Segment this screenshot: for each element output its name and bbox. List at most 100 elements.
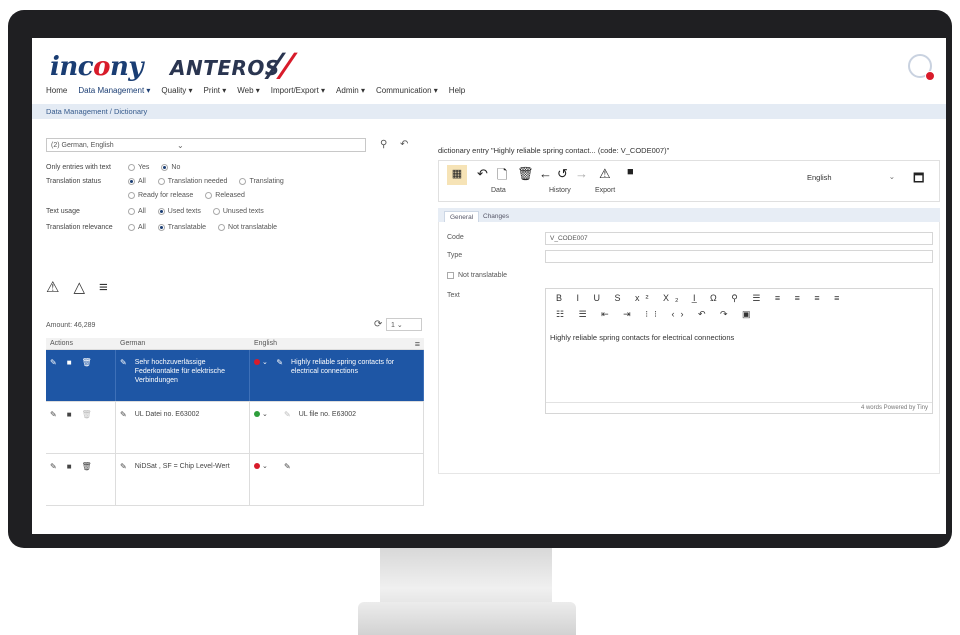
edit-icon[interactable]: ✎ xyxy=(50,410,57,419)
column-header[interactable]: Actions xyxy=(46,338,116,349)
option-label: Translating xyxy=(249,178,284,185)
option-label: Translation needed xyxy=(167,178,228,185)
option-all[interactable]: All xyxy=(128,178,146,185)
refresh-icon[interactable]: ⟳ xyxy=(374,319,382,330)
option-yes[interactable]: Yes xyxy=(128,164,149,171)
rich-text-editor[interactable]: B I U S x² X₂ I̲ Ω ⚲ ☰ ≡ ≡ ≡ ≡ ☷ ☰ ⇤ ⇥ ⁝… xyxy=(545,288,933,414)
page-select[interactable]: 1 ⌄ xyxy=(386,318,422,331)
radio-icon xyxy=(218,224,226,231)
table-row[interactable]: ✎ ■ 🗑 ✎ NiDSat , SF = Chip Level-Wert ⌄ ✎ xyxy=(46,454,424,506)
nav-admin[interactable]: Admin ▾ xyxy=(336,86,365,100)
column-header[interactable]: German xyxy=(116,338,250,349)
code-label: Code xyxy=(447,234,464,241)
back-icon[interactable]: ← xyxy=(539,166,552,181)
maximize-icon[interactable]: 🗖 xyxy=(913,169,924,190)
undo-icon[interactable]: ↶ xyxy=(477,166,488,182)
save-icon[interactable]: ■ xyxy=(67,462,72,471)
edit-icon[interactable]: ✎ xyxy=(276,358,283,393)
language-select[interactable]: (2) German, English ⌄ xyxy=(46,138,366,152)
list-toolbar: ⚠ △ ≡ xyxy=(46,276,122,298)
monitor-neck xyxy=(380,548,552,606)
nav-import-export[interactable]: Import/Export ▾ xyxy=(271,86,325,100)
status-indicator[interactable]: ⌄ xyxy=(254,358,276,393)
nav-help[interactable]: Help xyxy=(449,86,465,100)
forward-icon[interactable]: → xyxy=(575,166,588,181)
translate-icon[interactable]: ⚠ xyxy=(46,278,59,296)
data-view-icon[interactable]: ▦ xyxy=(447,165,467,185)
option-all[interactable]: All xyxy=(128,224,146,231)
type-field[interactable] xyxy=(545,250,933,263)
edit-icon[interactable]: ✎ xyxy=(120,358,127,393)
editor-toolbar-row-1[interactable]: B I U S x² X₂ I̲ Ω ⚲ ☰ ≡ ≡ ≡ ≡ xyxy=(556,293,845,304)
status-indicator[interactable]: ⌄ xyxy=(254,462,284,497)
editor-toolbar-row-2[interactable]: ☷ ☰ ⇤ ⇥ ⁝⁝ ‹› ↶ ↷ ▣ xyxy=(556,309,757,320)
option-ready-for-release[interactable]: Ready for release xyxy=(128,192,193,199)
menu-icon[interactable]: ≡ xyxy=(99,279,108,296)
table-row[interactable]: ✎ ■ 🗑 ✎ UL Datei no. E63002 ⌄ ✎ UL file no. E… xyxy=(46,402,424,454)
delete-icon[interactable]: 🗑 xyxy=(82,462,92,471)
english-cell: ⌄ ✎ xyxy=(250,454,424,505)
export-icon[interactable]: ⚠ xyxy=(599,166,611,182)
german-cell: ✎ UL Datei no. E63002 xyxy=(116,402,250,453)
edit-icon[interactable]: ✎ xyxy=(284,410,291,445)
not-translatable-checkbox[interactable]: Not translatable xyxy=(447,272,507,279)
tab-changes[interactable]: Changes xyxy=(478,211,514,222)
status-indicator[interactable]: ⌄ xyxy=(254,410,284,445)
radio-selected-icon xyxy=(157,208,165,215)
stop-icon[interactable]: ■ xyxy=(627,166,634,178)
option-released[interactable]: Released xyxy=(205,192,245,199)
option-translatable[interactable]: Translatable xyxy=(157,224,207,231)
editor-content[interactable]: Highly reliable spring contacts for elec… xyxy=(550,333,734,342)
option-label: Translatable xyxy=(167,224,207,231)
option-used-texts[interactable]: Used texts xyxy=(157,208,201,215)
save-icon[interactable]: ■ xyxy=(67,410,72,419)
nav-quality[interactable]: Quality ▾ xyxy=(161,86,192,100)
search-icon[interactable]: ⚲ xyxy=(380,139,387,150)
column-header[interactable]: English ≡ xyxy=(250,338,424,349)
edit-icon[interactable]: ✎ xyxy=(50,358,57,367)
history-icon[interactable]: ↺ xyxy=(557,166,568,182)
save-icon[interactable]: ■ xyxy=(67,358,72,367)
delete-icon[interactable]: 🗑 xyxy=(517,166,534,182)
page-value: 1 xyxy=(391,322,395,329)
delete-icon[interactable]: 🗑 xyxy=(82,358,92,367)
breadcrumb[interactable]: Data Management / Dictionary xyxy=(32,104,946,119)
tab-general[interactable]: General xyxy=(444,211,480,222)
german-cell: ✎ NiDSat , SF = Chip Level-Wert xyxy=(116,454,250,505)
edit-icon[interactable]: ✎ xyxy=(50,462,57,471)
filter-label: Translation relevance xyxy=(46,224,113,231)
row-actions: ✎ ■ 🗑 xyxy=(46,350,116,401)
option-label: Yes xyxy=(138,164,150,171)
radio-icon xyxy=(212,208,220,215)
option-not-translatable[interactable]: Not translatable xyxy=(218,224,277,231)
option-translating[interactable]: Translating xyxy=(239,178,284,185)
filter-row-usage: Text usage All Used texts Unused texts xyxy=(46,206,276,217)
app-header: incony ANTEROS // Home Data Management ▾… xyxy=(32,38,946,100)
option-translation-needed[interactable]: Translation needed xyxy=(157,178,228,185)
nav-web[interactable]: Web ▾ xyxy=(237,86,260,100)
option-all[interactable]: All xyxy=(128,208,146,215)
language-dropdown[interactable]: English ⌄ xyxy=(803,171,899,185)
option-no[interactable]: No xyxy=(161,164,180,171)
option-unused-texts[interactable]: Unused texts xyxy=(212,208,264,215)
entry-detail-panel: dictionary entry "Highly reliable spring… xyxy=(438,138,940,478)
nav-print[interactable]: Print ▾ xyxy=(204,86,227,100)
table-row[interactable]: ✎ ■ 🗑 ✎ Sehr hochzuverlässige Federkontakte… xyxy=(46,350,424,402)
delete-icon[interactable]: 🗑 xyxy=(82,410,92,419)
edit-icon[interactable]: ✎ xyxy=(284,462,291,497)
nav-data-management[interactable]: Data Management ▾ xyxy=(78,86,150,100)
reset-icon[interactable]: ↶ xyxy=(400,139,408,150)
nav-communication[interactable]: Communication ▾ xyxy=(376,86,438,100)
column-menu-icon[interactable]: ≡ xyxy=(415,339,420,349)
user-avatar[interactable] xyxy=(908,54,935,81)
status-dot-icon xyxy=(254,359,260,366)
edit-icon[interactable]: ✎ xyxy=(120,410,127,445)
code-field[interactable]: V_CODE007 xyxy=(545,232,933,245)
new-document-icon[interactable]: 🗋 xyxy=(497,166,507,188)
export-icon[interactable]: △ xyxy=(73,278,85,296)
chevron-down-icon: ⌄ xyxy=(888,172,895,181)
nav-home[interactable]: Home xyxy=(46,86,67,100)
edit-icon[interactable]: ✎ xyxy=(120,462,127,497)
column-header-label: English xyxy=(254,340,277,347)
radio-selected-icon xyxy=(161,164,169,171)
